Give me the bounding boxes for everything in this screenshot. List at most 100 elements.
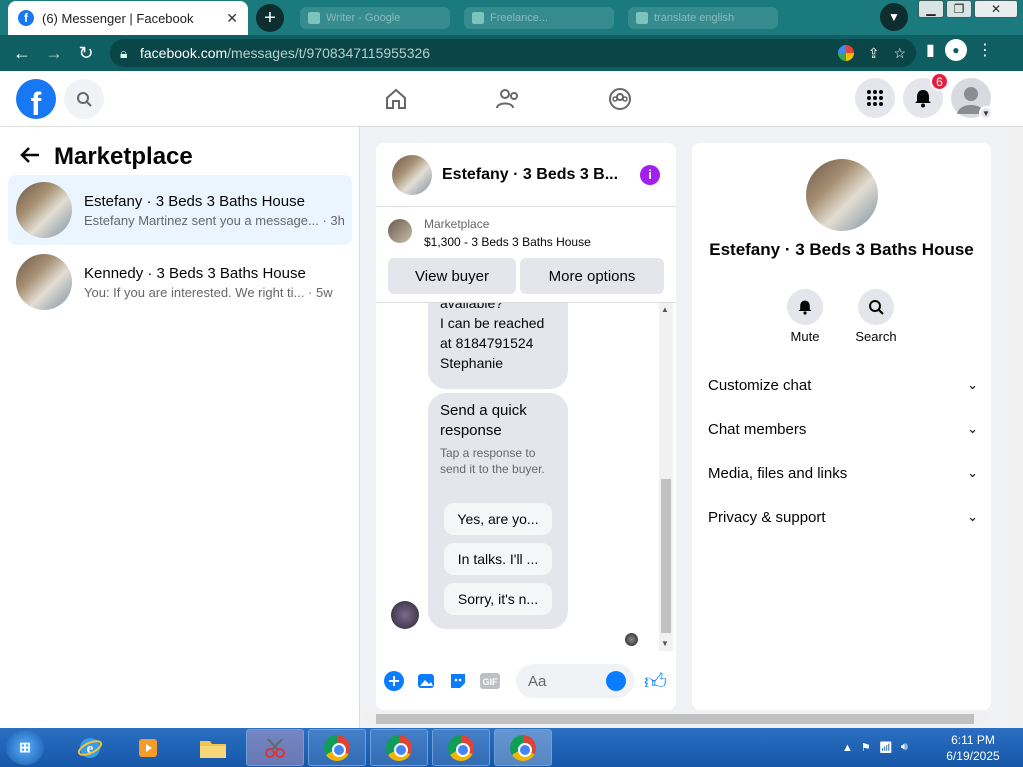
gif-label: GIF (483, 677, 499, 687)
background-tab-title: Freelance... (490, 12, 549, 24)
back-arrow-icon[interactable]: ← (8, 39, 36, 67)
chat-pane: Estefany · 3 Beds 3 B... i Marketplace $… (376, 143, 676, 710)
profile-icon[interactable]: ● (944, 39, 967, 61)
background-tab[interactable]: translate english (628, 7, 778, 29)
sender-avatar (391, 601, 419, 629)
internet-explorer-icon[interactable]: e (70, 729, 110, 766)
tab-search-chevron-icon[interactable]: ▼ (880, 3, 908, 31)
reload-icon[interactable]: ↻ (72, 39, 100, 67)
tray-expand-icon[interactable]: ▲ (842, 742, 853, 754)
facebook-favicon-icon: f (18, 10, 34, 26)
quick-reply-button[interactable]: Yes, are yo... (444, 503, 552, 535)
side-panel-icon[interactable]: ▮ (926, 40, 935, 60)
background-tab-title: translate english (654, 12, 735, 24)
groups-icon[interactable] (604, 83, 636, 115)
scroll-up-arrow-icon[interactable]: ▲ (661, 305, 669, 314)
page-scrollbar[interactable] (1009, 127, 1023, 728)
tab-title: (6) Messenger | Facebook (42, 10, 194, 26)
contact-name: Estefany · 3 Beds 3 Baths House (709, 240, 974, 259)
plus-circle-icon[interactable] (382, 669, 406, 693)
window-close-button[interactable]: ✕ (974, 0, 1018, 18)
notifications-bell-icon[interactable]: 6 (903, 72, 949, 118)
forward-arrow-icon[interactable]: → (40, 39, 68, 67)
bookmark-star-icon[interactable]: ☆ (893, 45, 906, 62)
section-customize-chat[interactable]: Customize chat ⌄ (708, 373, 978, 397)
snipping-tool-icon[interactable] (246, 729, 304, 766)
facebook-logo-icon[interactable]: f (16, 79, 56, 119)
mute-button[interactable]: Mute (777, 289, 833, 344)
background-tab[interactable]: Writer - Google (300, 7, 450, 29)
seen-avatar (625, 633, 638, 646)
chat-title[interactable]: Estefany · 3 Beds 3 B... (442, 166, 622, 184)
back-arrow-icon[interactable] (20, 143, 40, 171)
scrollbar-thumb[interactable] (376, 714, 974, 724)
emoji-icon[interactable] (606, 671, 626, 691)
chat-info-pane: Estefany · 3 Beds 3 Baths House Mute Sea… (692, 143, 991, 710)
search-icon[interactable] (64, 79, 104, 119)
clock-date: 6/19/2025 (946, 749, 1000, 763)
conversation-item[interactable]: Kennedy · 3 Beds 3 Baths House You: If y… (8, 247, 352, 317)
google-lens-icon[interactable] (837, 45, 854, 61)
chrome-window-button[interactable] (370, 729, 428, 766)
action-center-flag-icon[interactable]: ⚑ (861, 741, 871, 754)
conversation-time: · 3h (322, 212, 344, 228)
chrome-menu-icon[interactable]: ⋮ (977, 40, 993, 60)
new-tab-button[interactable]: + (256, 4, 284, 32)
file-explorer-icon[interactable] (190, 729, 236, 766)
conversation-time: · 5w (308, 284, 333, 300)
sticker-icon[interactable] (446, 669, 470, 693)
scrollbar-thumb[interactable] (661, 479, 671, 633)
thumbs-up-icon[interactable]: 👍︎ (644, 668, 667, 695)
minimize-button[interactable]: ▁ (918, 0, 944, 18)
home-icon[interactable] (380, 83, 412, 115)
contact-avatar (806, 159, 878, 231)
message-input[interactable]: Aa (516, 664, 634, 698)
taskbar-clock[interactable]: 6:11 PM 6/19/2025 (940, 732, 1006, 764)
message-scrollbar[interactable]: ▲ ▼ (659, 303, 673, 651)
page-title: Marketplace (54, 143, 193, 170)
media-player-icon[interactable] (128, 729, 168, 766)
volume-icon[interactable]: 🔊︎ (901, 741, 908, 754)
share-icon[interactable]: ⇪ (868, 45, 880, 62)
restore-button[interactable]: ❐ (946, 0, 972, 18)
chat-avatar[interactable] (392, 154, 432, 195)
message-bubble: available? I can be reached at 818479152… (428, 303, 568, 389)
network-signal-icon[interactable]: 📶︎ (879, 741, 893, 754)
background-tab[interactable]: Freelance... (464, 7, 614, 29)
horizontal-scrollbar[interactable] (362, 712, 990, 726)
section-media-files-links[interactable]: Media, files and links ⌄ (708, 461, 978, 485)
chevron-down-icon: ⌄ (967, 465, 978, 480)
quick-reply-button[interactable]: Sorry, it's n... (444, 583, 552, 615)
friends-icon[interactable] (492, 83, 524, 115)
chrome-window-button[interactable] (494, 729, 552, 766)
chrome-icon (386, 734, 412, 761)
chrome-icon (510, 734, 536, 761)
chevron-down-icon: ⌄ (967, 421, 978, 436)
conversation-item[interactable]: Estefany · 3 Beds 3 Baths House Estefany… (8, 175, 352, 245)
more-options-button[interactable]: More options (520, 258, 664, 294)
search-in-chat-button[interactable]: Search (848, 289, 904, 344)
menu-grid-icon[interactable] (855, 78, 895, 118)
chat-header: Estefany · 3 Beds 3 B... i (376, 143, 676, 207)
chrome-window-button[interactable] (308, 729, 366, 766)
quick-reply-button[interactable]: In talks. I'll ... (444, 543, 552, 575)
photo-icon[interactable] (414, 669, 438, 693)
message-line: I can be reached (440, 315, 545, 331)
url-bar[interactable]: 🔒︎ facebook.com/messages/t/9708347115955… (110, 39, 916, 67)
chrome-window-button[interactable] (432, 729, 490, 766)
info-icon[interactable]: i (640, 164, 660, 185)
tab-close-icon[interactable]: ✕ (226, 10, 238, 27)
windows-start-icon[interactable]: ⊞ (6, 730, 44, 765)
product-thumbnail (388, 219, 412, 243)
section-chat-members[interactable]: Chat members ⌄ (708, 417, 978, 441)
account-avatar[interactable]: ▼ (951, 78, 993, 120)
message-line: at 8184791524 (440, 335, 534, 351)
scroll-down-arrow-icon[interactable]: ▼ (661, 639, 669, 648)
browser-tab-strip: f (6) Messenger | Facebook ✕ + Writer - … (0, 0, 1023, 35)
browser-tab-messenger[interactable]: f (6) Messenger | Facebook ✕ (8, 1, 248, 35)
view-buyer-button[interactable]: View buyer (388, 258, 516, 294)
gif-icon[interactable]: GIF (478, 669, 502, 693)
section-privacy-support[interactable]: Privacy & support ⌄ (708, 505, 978, 529)
message-line: Stephanie (440, 355, 504, 371)
section-label: Chat members (708, 420, 807, 438)
